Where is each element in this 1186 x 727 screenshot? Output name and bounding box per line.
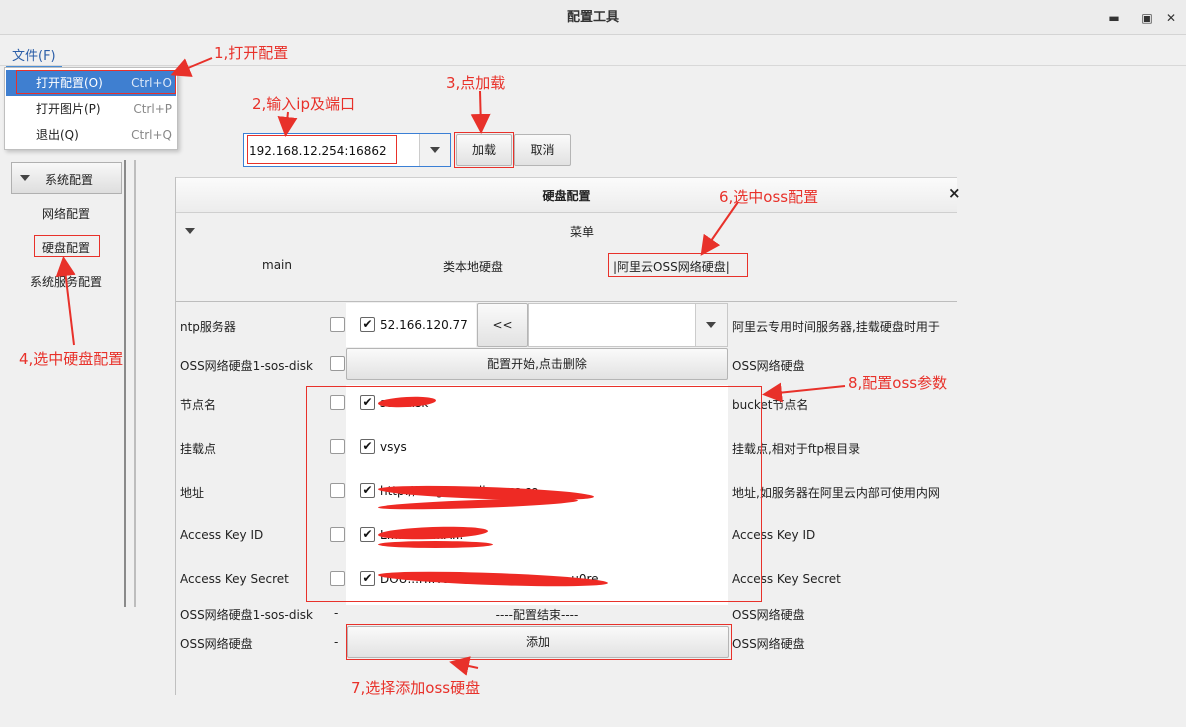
annotation-step-3: 3,点加载 (446, 74, 506, 92)
annotation-step-8: 8,配置oss参数 (848, 374, 948, 392)
annotation-step-6: 6,选中oss配置 (719, 188, 819, 206)
annotation-step-2: 2,输入ip及端口 (252, 95, 356, 113)
annotation-step-4: 4,选中硬盘配置 (19, 350, 124, 368)
annotation-step-1: 1,打开配置 (214, 44, 289, 62)
annotation-arrows (55, 57, 846, 676)
annotation-step-7: 7,选择添加oss硬盘 (351, 679, 481, 697)
